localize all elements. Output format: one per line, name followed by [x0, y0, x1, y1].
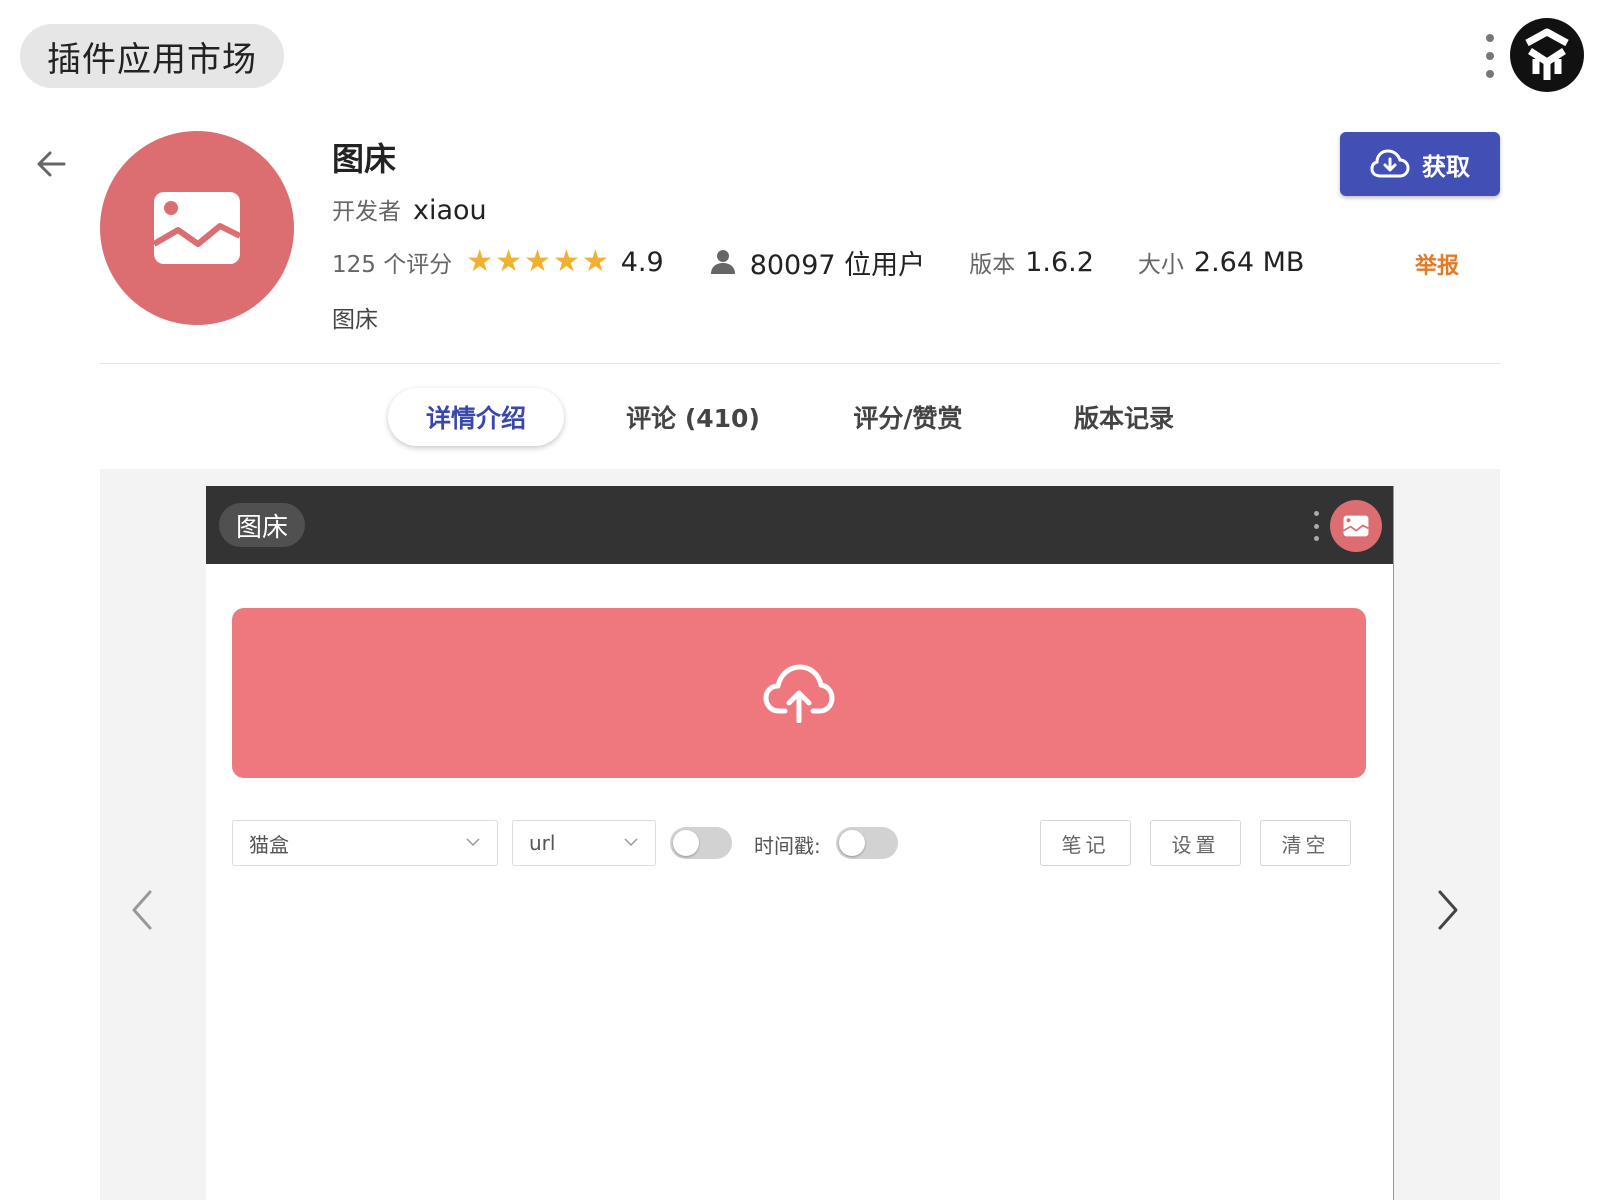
app-logo[interactable] — [1510, 18, 1584, 92]
version-value: 1.6.2 — [1025, 246, 1094, 278]
developer-row: 开发者 xiaou — [332, 192, 487, 226]
size-label: 大小 — [1137, 252, 1184, 278]
plugin-icon — [100, 131, 294, 325]
size-value: 2.64 MB — [1193, 246, 1305, 278]
settings-button: 设置 — [1150, 820, 1241, 866]
tab-versions[interactable]: 版本记录 — [1052, 388, 1196, 446]
star-icon: ★ — [581, 244, 609, 279]
get-button-label: 获取 — [1422, 152, 1470, 181]
version-label: 版本 — [969, 252, 1016, 278]
chevron-down-icon — [466, 838, 480, 847]
controls-row: 猫盒 url 时间戳: 笔记 设置 清空 — [232, 820, 1366, 866]
plugin-screenshot: 图床 猫盒 url 时间戳: 笔记 设置 清空 — [206, 486, 1394, 1200]
rating-value: 4.9 — [620, 246, 664, 278]
tab-details[interactable]: 详情介绍 — [388, 388, 564, 446]
star-icon: ★ — [524, 244, 551, 279]
format-select-value: url — [529, 831, 556, 855]
star-icon: ★ — [552, 244, 580, 279]
screenshot-title: 图床 — [219, 503, 305, 547]
plugin-description: 图床 — [332, 307, 378, 333]
timestamp-label: 时间戳: — [754, 834, 821, 858]
developer-label: 开发者 — [332, 199, 401, 225]
host-select-value: 猫盒 — [249, 832, 289, 857]
get-button[interactable]: 获取 — [1340, 132, 1500, 196]
star-icon: ★ — [466, 244, 494, 279]
clear-button: 清空 — [1260, 820, 1351, 866]
toggle-switch — [670, 827, 732, 859]
notes-button: 笔记 — [1040, 820, 1131, 866]
star-icon: ★ — [495, 244, 523, 279]
rating-stars: ★ ★ ★ ★ ★ — [466, 247, 609, 277]
tab-ratings[interactable]: 评分/赞赏 — [836, 388, 980, 446]
back-arrow-icon[interactable] — [32, 144, 72, 184]
divider — [100, 363, 1500, 364]
cloud-download-icon — [1370, 149, 1410, 178]
report-link[interactable]: 举报 — [1415, 248, 1459, 280]
cloud-upload-icon — [763, 664, 835, 723]
tab-bar: 详情介绍 评论 (410) 评分/赞赏 版本记录 — [0, 388, 1600, 446]
more-menu-icon — [1314, 511, 1320, 541]
app-title: 插件应用市场 — [20, 24, 284, 88]
developer-name: xiaou — [413, 195, 487, 226]
format-select: url — [512, 820, 656, 866]
image-icon — [1330, 500, 1382, 552]
screenshot-header: 图床 — [206, 486, 1393, 564]
chevron-left-icon[interactable] — [128, 888, 158, 932]
user-count: 80097 位用户 — [749, 249, 926, 281]
host-select: 猫盒 — [232, 820, 498, 866]
stats-row: 125 个评分 ★ ★ ★ ★ ★ 4.9 80097 位用户 版本 1.6.2… — [332, 244, 1305, 281]
upload-dropzone — [232, 608, 1366, 778]
chevron-down-icon — [624, 838, 638, 847]
plugin-name: 图床 — [332, 140, 397, 178]
more-menu-icon[interactable] — [1482, 34, 1498, 78]
image-icon — [152, 192, 242, 264]
rating-count: 125 个评分 — [332, 252, 453, 278]
tab-comments[interactable]: 评论 (410) — [616, 388, 770, 446]
chevron-right-icon[interactable] — [1432, 888, 1462, 932]
timestamp-toggle — [836, 827, 898, 859]
user-icon — [710, 250, 735, 274]
